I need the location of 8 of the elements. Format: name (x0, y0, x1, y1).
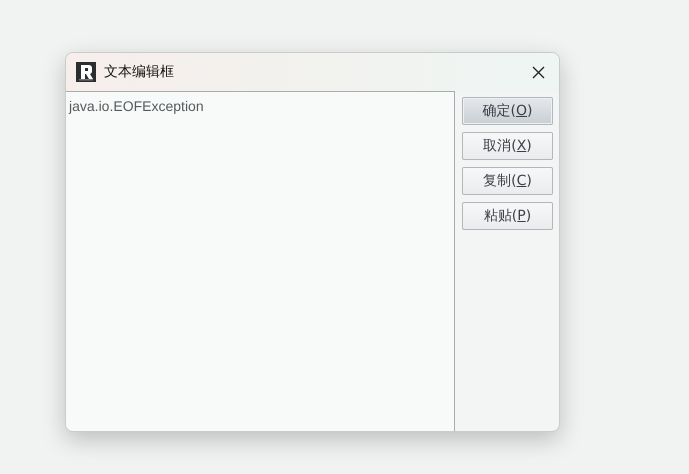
dialog-button[interactable]: 复制(C) (462, 167, 553, 195)
dialog-button[interactable]: 取消(X) (462, 132, 553, 160)
dialog-button[interactable]: 粘贴(P) (462, 202, 553, 230)
window-title: 文本编辑框 (104, 63, 175, 81)
app-logo-icon (76, 62, 96, 82)
text-area[interactable]: java.io.EOFException (66, 91, 455, 431)
dialog-button[interactable]: 确定(O) (462, 97, 553, 125)
close-icon[interactable] (532, 66, 545, 78)
